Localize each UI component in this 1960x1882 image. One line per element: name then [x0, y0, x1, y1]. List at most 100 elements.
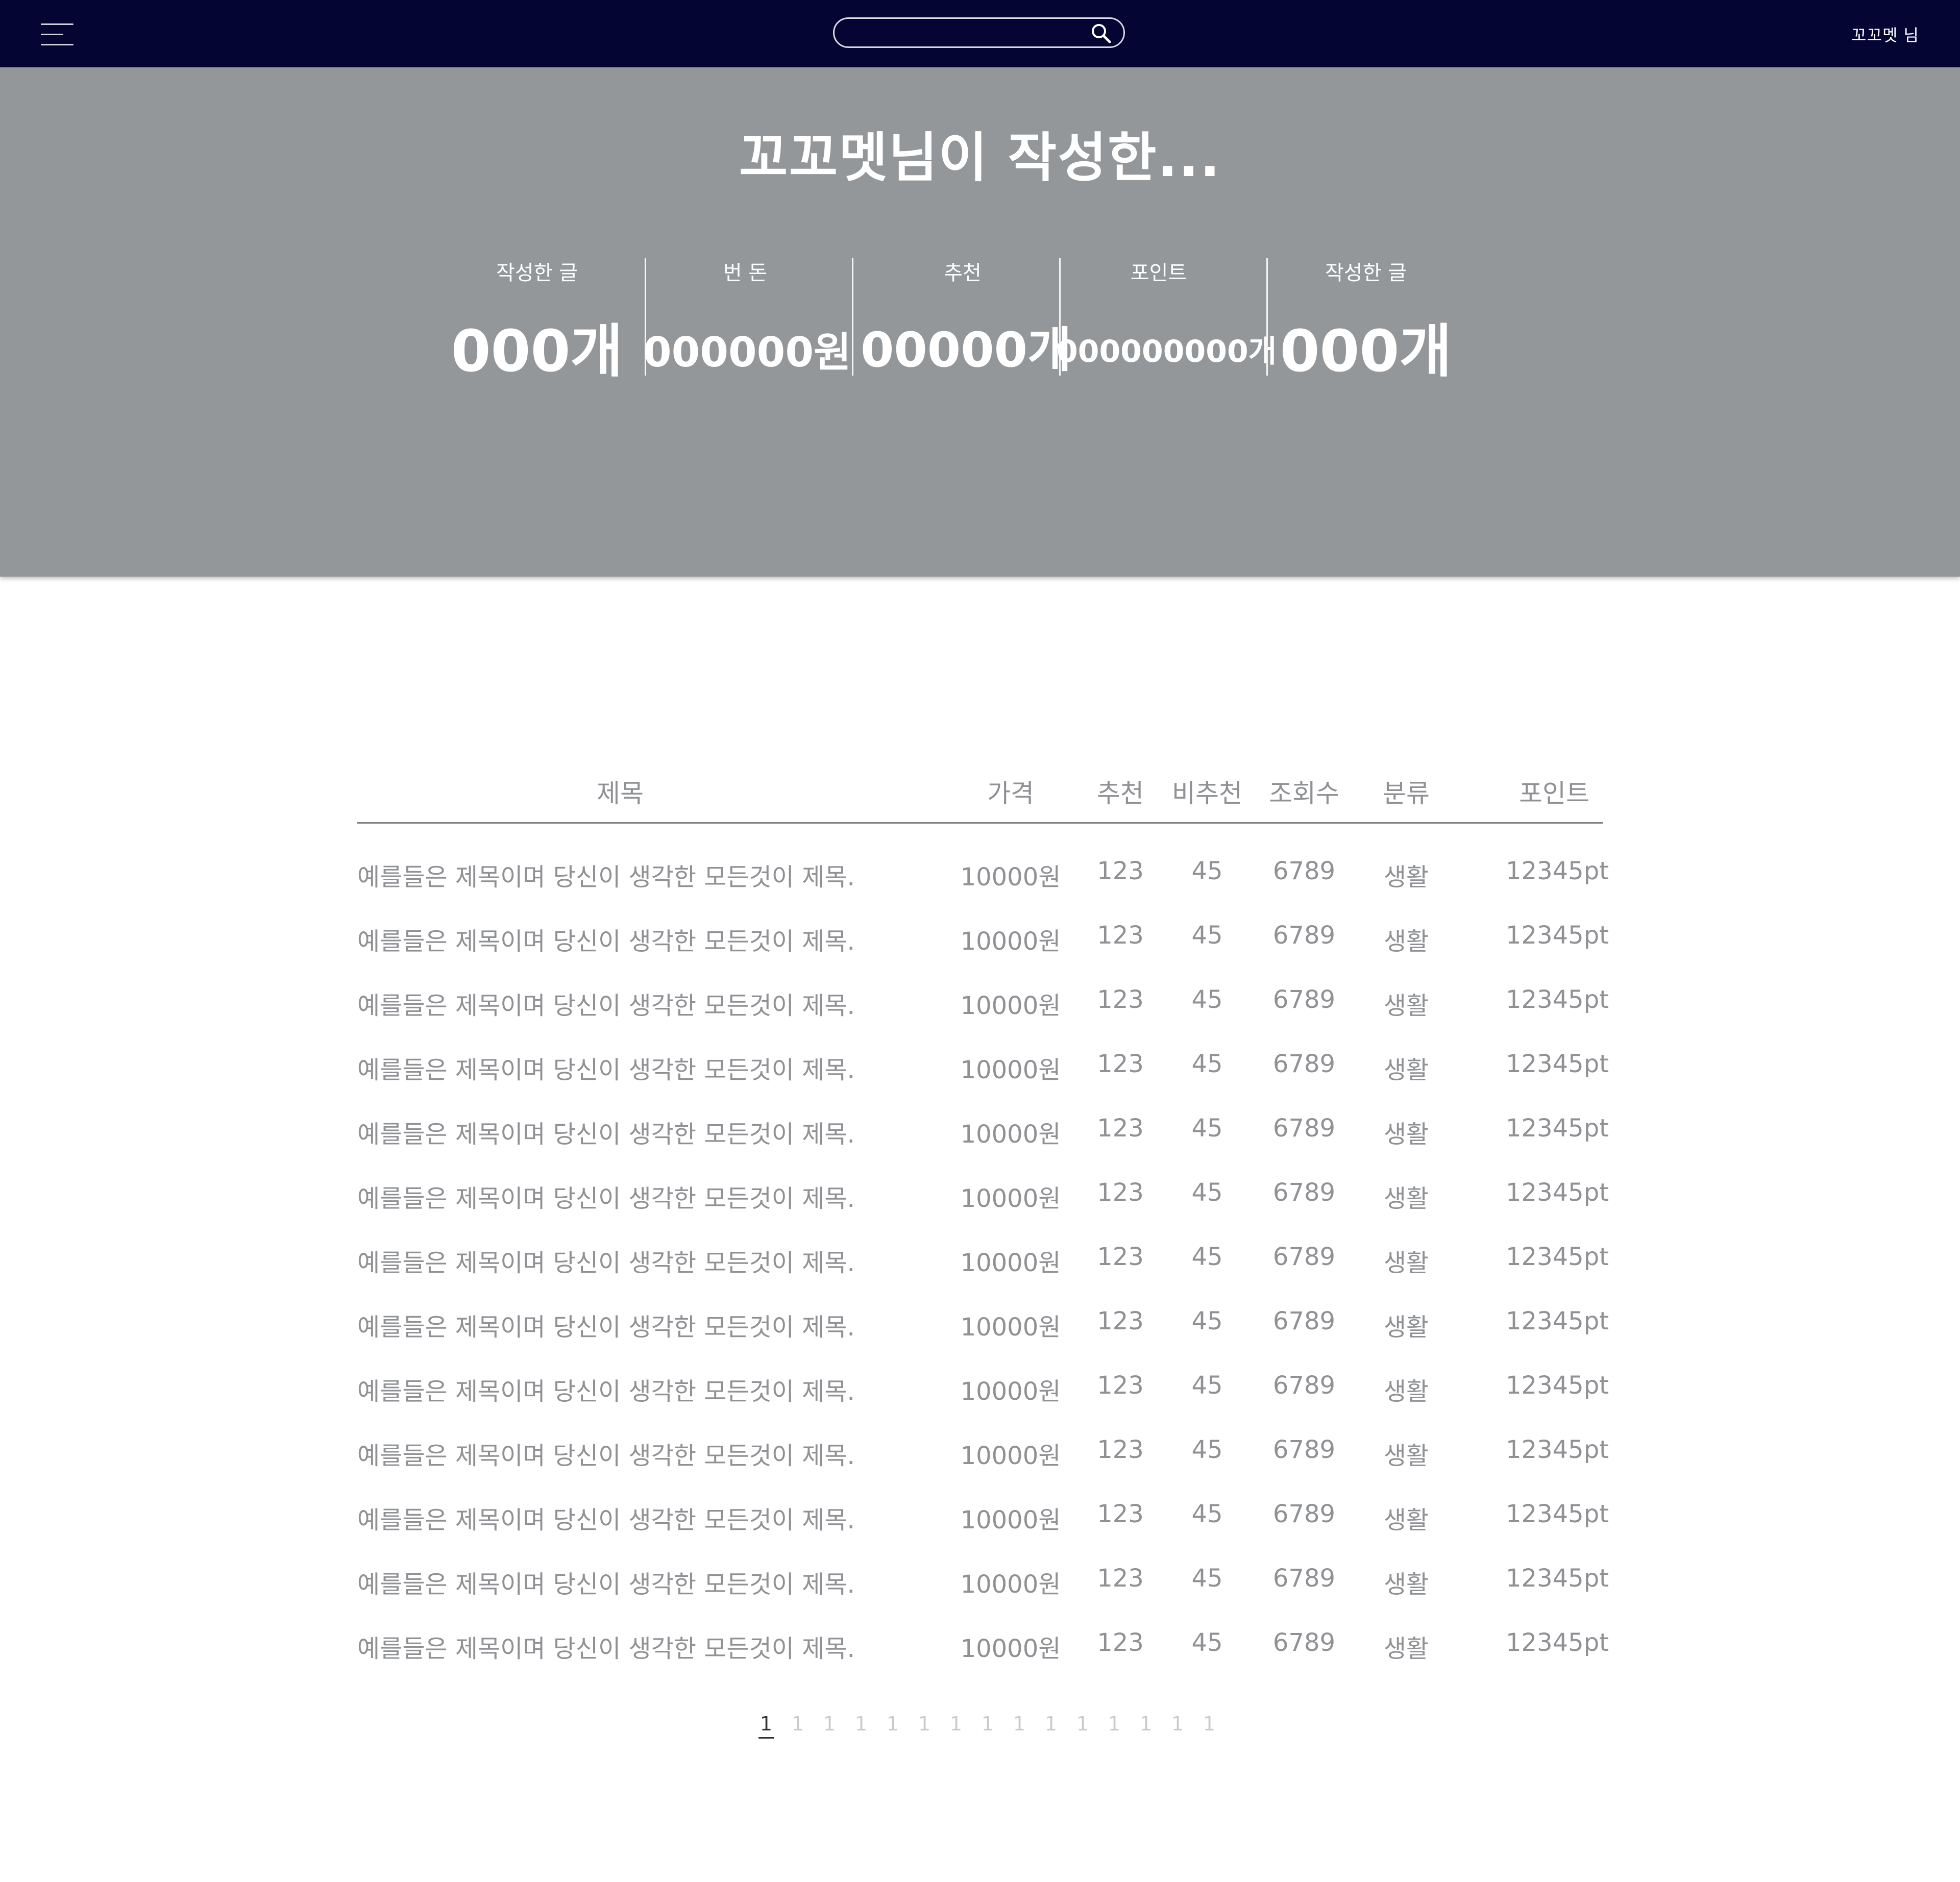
cell-recommend: 123: [1097, 1050, 1144, 1078]
search-input[interactable]: [848, 22, 1085, 44]
column-header-title[interactable]: 제목: [357, 773, 883, 810]
page-link[interactable]: 1: [885, 1713, 900, 1735]
table-row[interactable]: 예를들은 제목이며 당신이 생각한 모든것이 제목. 10000원 123 45 678…: [357, 1088, 1609, 1153]
table-row[interactable]: 예를들은 제목이며 당신이 생각한 모든것이 제목. 10000원 123 45 678…: [357, 1281, 1609, 1346]
cell-title[interactable]: 예를들은 제목이며 당신이 생각한 모든것이 제목.: [357, 1243, 883, 1278]
cell-category: 생활: [1383, 992, 1429, 1020]
column-header-points[interactable]: 포인트: [1506, 773, 1603, 810]
cell-recommend: 123: [1097, 1500, 1144, 1528]
page-link[interactable]: 1: [948, 1713, 964, 1735]
cell-price: 10000원: [960, 1506, 1061, 1534]
cell-title[interactable]: 예를들은 제목이며 당신이 생각한 모든것이 제목.: [357, 985, 883, 1021]
cell-views: 6789: [1272, 1114, 1336, 1143]
cell-title[interactable]: 예를들은 제목이며 당신이 생각한 모든것이 제목.: [357, 1500, 883, 1536]
table-row[interactable]: 예를들은 제목이며 당신이 생각한 모든것이 제목. 10000원 123 45 678…: [357, 1603, 1609, 1667]
column-header-price[interactable]: 가격: [960, 773, 1062, 810]
cell-points: 12345pt: [1506, 1435, 1609, 1464]
cell-recommend: 123: [1097, 1307, 1144, 1335]
page-link[interactable]: 1: [1202, 1713, 1217, 1735]
cell-price: 10000원: [960, 1056, 1061, 1084]
cell-not-recommend: 45: [1191, 1307, 1223, 1335]
cell-points: 12345pt: [1506, 1050, 1609, 1078]
user-name-link[interactable]: 꼬꼬멧 님: [1851, 22, 1919, 46]
table-row[interactable]: 예를들은 제목이며 당신이 생각한 모든것이 제목. 10000원 123 45 678…: [357, 831, 1609, 896]
cell-points: 12345pt: [1506, 857, 1609, 885]
cell-points: 12345pt: [1506, 1500, 1609, 1528]
cell-title[interactable]: 예를들은 제목이며 당신이 생각한 모든것이 제목.: [357, 1050, 883, 1085]
stat-label: 작성한 글: [496, 261, 578, 285]
cell-views: 6789: [1272, 1307, 1336, 1335]
cell-views: 6789: [1272, 1564, 1336, 1593]
stat-value: 000개: [451, 318, 623, 385]
cell-views: 6789: [1272, 1371, 1336, 1400]
cell-recommend: 123: [1097, 921, 1144, 950]
page-link[interactable]: 1: [1075, 1713, 1090, 1735]
table-row[interactable]: 예를들은 제목이며 당신이 생각한 모든것이 제목. 10000원 123 45 678…: [357, 960, 1609, 1024]
stat-posts: 작성한 글 000개: [435, 256, 639, 385]
cell-points: 12345pt: [1506, 1371, 1609, 1400]
cell-title[interactable]: 예를들은 제목이며 당신이 생각한 모든것이 제목.: [357, 1628, 883, 1664]
page-link[interactable]: 1: [1043, 1713, 1059, 1735]
cell-price: 10000원: [960, 1570, 1061, 1599]
cell-points: 12345pt: [1506, 1178, 1609, 1207]
table-row[interactable]: 예를들은 제목이며 당신이 생각한 모든것이 제목. 10000원 123 45 678…: [357, 1539, 1609, 1603]
page-link[interactable]: 1: [822, 1713, 837, 1735]
table-row[interactable]: 예를들은 제목이며 당신이 생각한 모든것이 제목. 10000원 123 45 678…: [357, 1410, 1609, 1474]
column-header-recommend[interactable]: 추천: [1087, 773, 1154, 810]
cell-not-recommend: 45: [1191, 921, 1223, 950]
stat-posts-2: 작성한 글 000개: [1264, 256, 1468, 385]
cell-price: 10000원: [960, 863, 1061, 892]
cell-views: 6789: [1272, 1178, 1336, 1207]
table-row[interactable]: 예를들은 제목이며 당신이 생각한 모든것이 제목. 10000원 123 45 678…: [357, 1153, 1609, 1217]
cell-category: 생활: [1383, 1249, 1429, 1277]
page-link[interactable]: 1: [790, 1713, 805, 1735]
table-row[interactable]: 예를들은 제목이며 당신이 생각한 모든것이 제목. 10000원 123 45 678…: [357, 1346, 1609, 1410]
cell-points: 12345pt: [1506, 1564, 1609, 1593]
column-header-not-recommend[interactable]: 비추천: [1164, 773, 1251, 810]
cell-title[interactable]: 예를들은 제목이며 당신이 생각한 모든것이 제목.: [357, 1307, 883, 1343]
page-link[interactable]: 1: [1107, 1713, 1122, 1735]
cell-category: 생활: [1383, 1184, 1429, 1213]
cell-title[interactable]: 예를들은 제목이며 당신이 생각한 모든것이 제목.: [357, 1178, 883, 1214]
page-link[interactable]: 1: [758, 1713, 774, 1739]
cell-title[interactable]: 예를들은 제목이며 당신이 생각한 모든것이 제목.: [357, 1435, 883, 1471]
page-link[interactable]: 1: [980, 1713, 995, 1735]
cell-views: 6789: [1272, 921, 1336, 950]
cell-title[interactable]: 예를들은 제목이며 당신이 생각한 모든것이 제목.: [357, 921, 883, 957]
stat-label: 작성한 글: [1325, 261, 1407, 285]
page-link[interactable]: 1: [1012, 1713, 1027, 1735]
cell-title[interactable]: 예를들은 제목이며 당신이 생각한 모든것이 제목.: [357, 1114, 883, 1150]
cell-category: 생활: [1383, 863, 1429, 892]
cell-views: 6789: [1272, 985, 1336, 1014]
cell-views: 6789: [1272, 1435, 1336, 1464]
cell-category: 생활: [1383, 927, 1429, 956]
table-row[interactable]: 예를들은 제목이며 당신이 생각한 모든것이 제목. 10000원 123 45 678…: [357, 896, 1609, 960]
cell-views: 6789: [1272, 1628, 1336, 1657]
cell-points: 12345pt: [1506, 1243, 1609, 1271]
cell-title[interactable]: 예를들은 제목이며 당신이 생각한 모든것이 제목.: [357, 1564, 883, 1600]
table-row[interactable]: 예를들은 제목이며 당신이 생각한 모든것이 제목. 10000원 123 45 678…: [357, 1474, 1609, 1539]
cell-not-recommend: 45: [1191, 1178, 1223, 1207]
cell-category: 생활: [1383, 1313, 1429, 1342]
cell-not-recommend: 45: [1191, 1114, 1223, 1143]
cell-title[interactable]: 예를들은 제목이며 당신이 생각한 모든것이 제목.: [357, 857, 883, 893]
hamburger-menu-icon[interactable]: [41, 23, 74, 45]
top-nav-bar: 꼬꼬멧 님: [0, 0, 1960, 67]
stat-label: 포인트: [1130, 261, 1187, 285]
cell-recommend: 123: [1097, 1628, 1144, 1657]
page-link[interactable]: 1: [1138, 1713, 1154, 1735]
cell-price: 10000원: [960, 1120, 1061, 1149]
page-link[interactable]: 1: [1170, 1713, 1185, 1735]
column-header-views[interactable]: 조회수: [1261, 773, 1348, 810]
cell-title[interactable]: 예를들은 제목이며 당신이 생각한 모든것이 제목.: [357, 1371, 883, 1407]
column-header-category[interactable]: 분류: [1373, 773, 1439, 810]
cell-category: 생활: [1383, 1506, 1429, 1534]
table-row[interactable]: 예를들은 제목이며 당신이 생각한 모든것이 제목. 10000원 123 45 678…: [357, 1024, 1609, 1088]
page-link[interactable]: 1: [917, 1713, 932, 1735]
cell-points: 12345pt: [1506, 985, 1609, 1014]
table-row[interactable]: 예를들은 제목이며 당신이 생각한 모든것이 제목. 10000원 123 45 678…: [357, 1217, 1609, 1281]
cell-views: 6789: [1272, 1050, 1336, 1078]
page-link[interactable]: 1: [853, 1713, 869, 1735]
search-icon[interactable]: [1090, 22, 1112, 44]
cell-category: 생활: [1383, 1056, 1429, 1084]
